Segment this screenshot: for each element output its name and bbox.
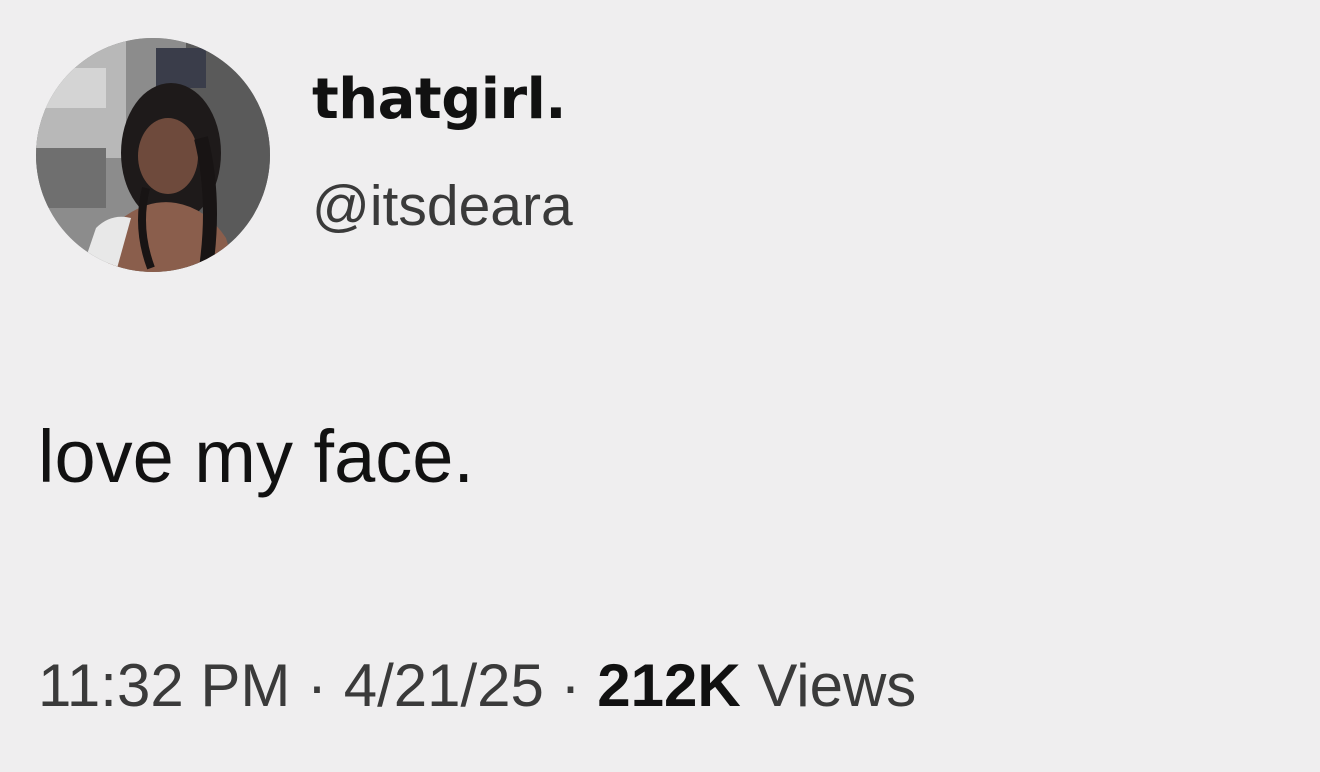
views-count[interactable]: 212K xyxy=(597,652,740,719)
author-handle[interactable]: @itsdeara xyxy=(312,178,573,235)
views-label: Views xyxy=(740,652,917,719)
tweet-card: thatgirl. @itsdeara love my face. 11:32 … xyxy=(0,0,1320,772)
meta-separator: · xyxy=(290,652,344,719)
tweet-meta: 11:32 PM · 4/21/25 · 212K Views xyxy=(38,656,916,716)
tweet-date[interactable]: 4/21/25 xyxy=(344,652,544,719)
meta-separator: · xyxy=(543,652,598,719)
tweet-time[interactable]: 11:32 PM xyxy=(38,652,290,719)
author-display-name[interactable]: thatgirl. xyxy=(312,72,567,128)
avatar[interactable] xyxy=(36,38,270,272)
avatar-image xyxy=(36,38,270,272)
tweet-text: love my face. xyxy=(38,415,474,498)
